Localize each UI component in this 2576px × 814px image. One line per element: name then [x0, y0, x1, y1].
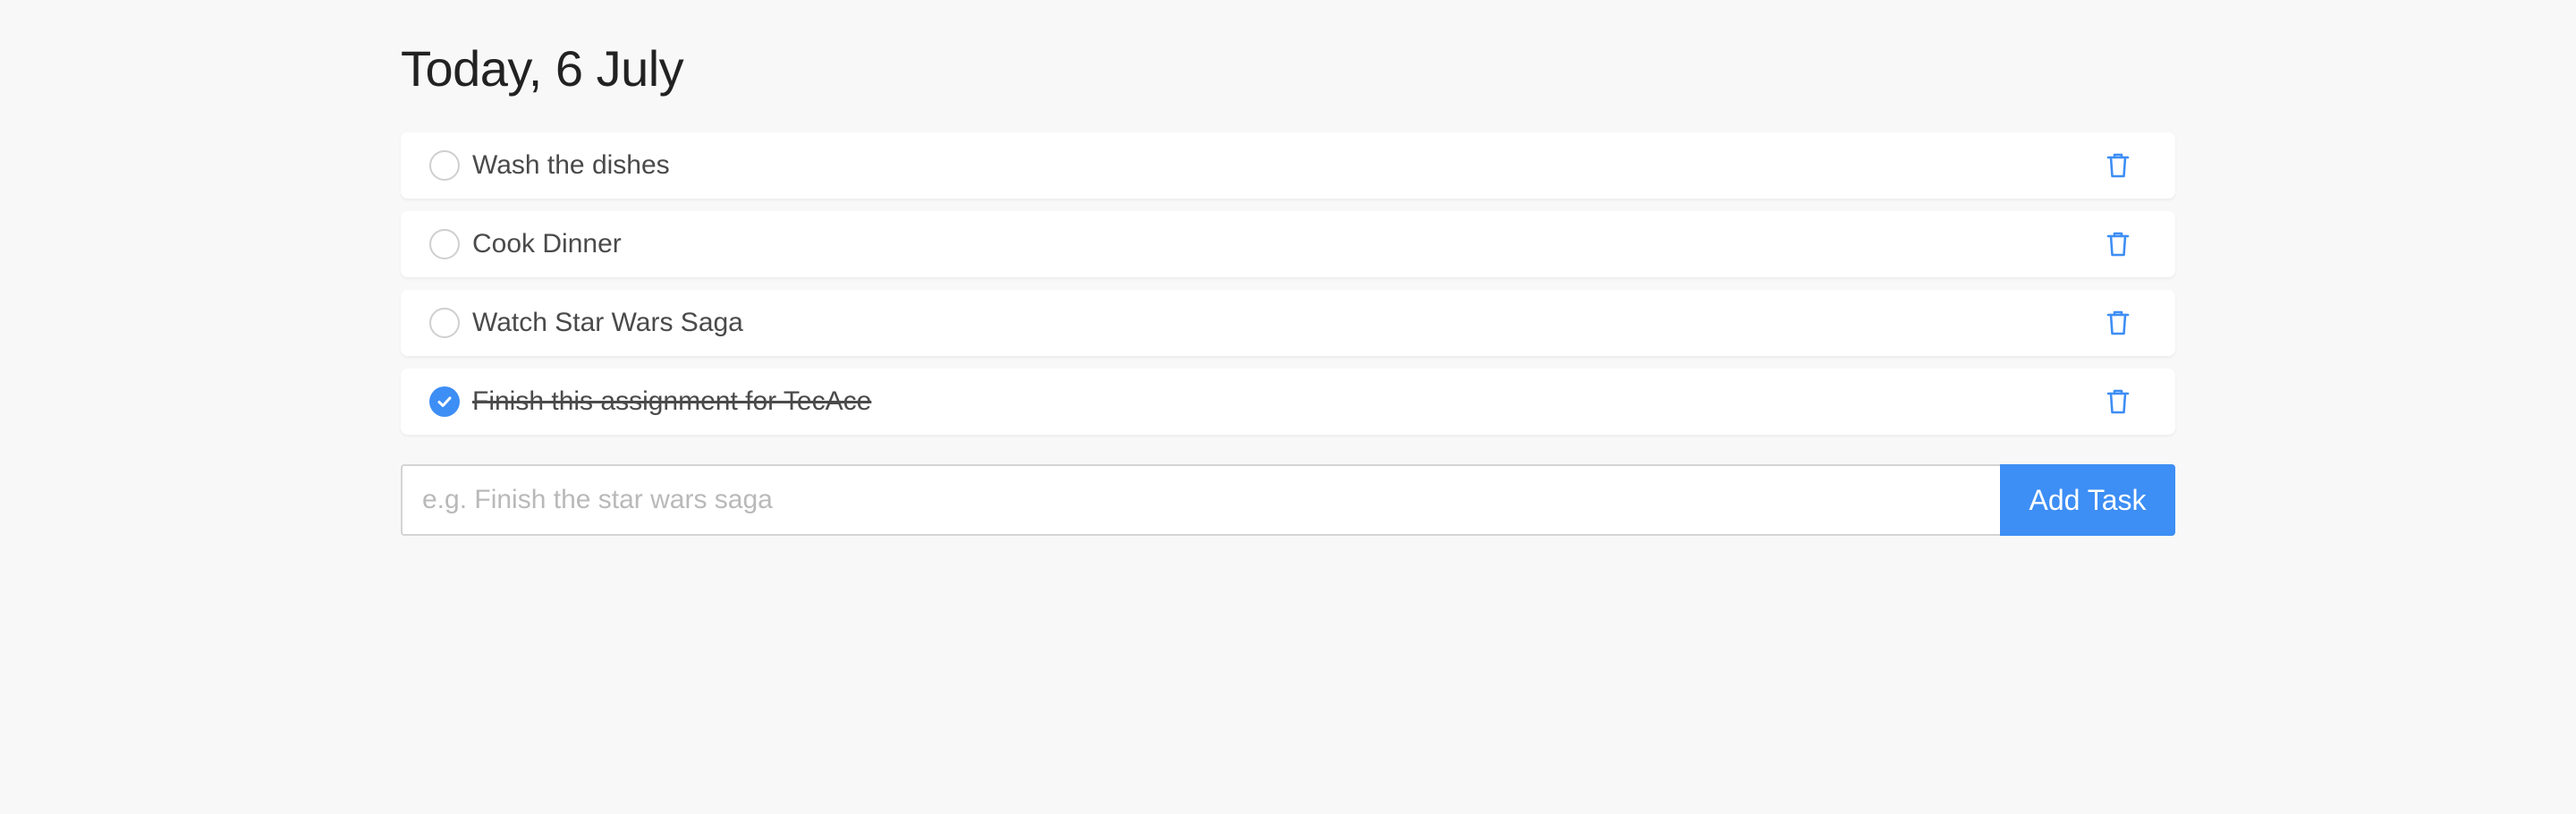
list-item: Wash the dishes	[401, 132, 2175, 199]
add-task-form: Add Task	[401, 464, 2175, 536]
add-task-button[interactable]: Add Task	[2000, 464, 2175, 536]
delete-task-button[interactable]	[2104, 309, 2132, 337]
task-checkbox[interactable]	[429, 229, 460, 259]
list-item: Cook Dinner	[401, 211, 2175, 277]
trash-icon	[2106, 153, 2130, 178]
delete-task-button[interactable]	[2104, 230, 2132, 259]
task-checkbox[interactable]	[429, 308, 460, 338]
task-label: Cook Dinner	[472, 229, 622, 259]
delete-task-button[interactable]	[2104, 151, 2132, 180]
list-item: Watch Star Wars Saga	[401, 290, 2175, 356]
task-label: Watch Star Wars Saga	[472, 308, 743, 337]
page-title: Today, 6 July	[401, 40, 684, 97]
trash-icon	[2106, 232, 2130, 257]
task-list: Wash the dishes Cook Dinner Watch Star W…	[401, 132, 2175, 447]
new-task-input[interactable]	[401, 464, 2000, 536]
task-checkbox[interactable]	[429, 386, 460, 417]
check-circle-icon	[437, 396, 452, 407]
trash-icon	[2106, 310, 2130, 335]
task-label: Finish this assignment for TecAce	[472, 386, 872, 416]
delete-task-button[interactable]	[2104, 387, 2132, 416]
task-label: Wash the dishes	[472, 150, 670, 180]
task-checkbox[interactable]	[429, 150, 460, 181]
list-item: Finish this assignment for TecAce	[401, 369, 2175, 435]
trash-icon	[2106, 389, 2130, 414]
